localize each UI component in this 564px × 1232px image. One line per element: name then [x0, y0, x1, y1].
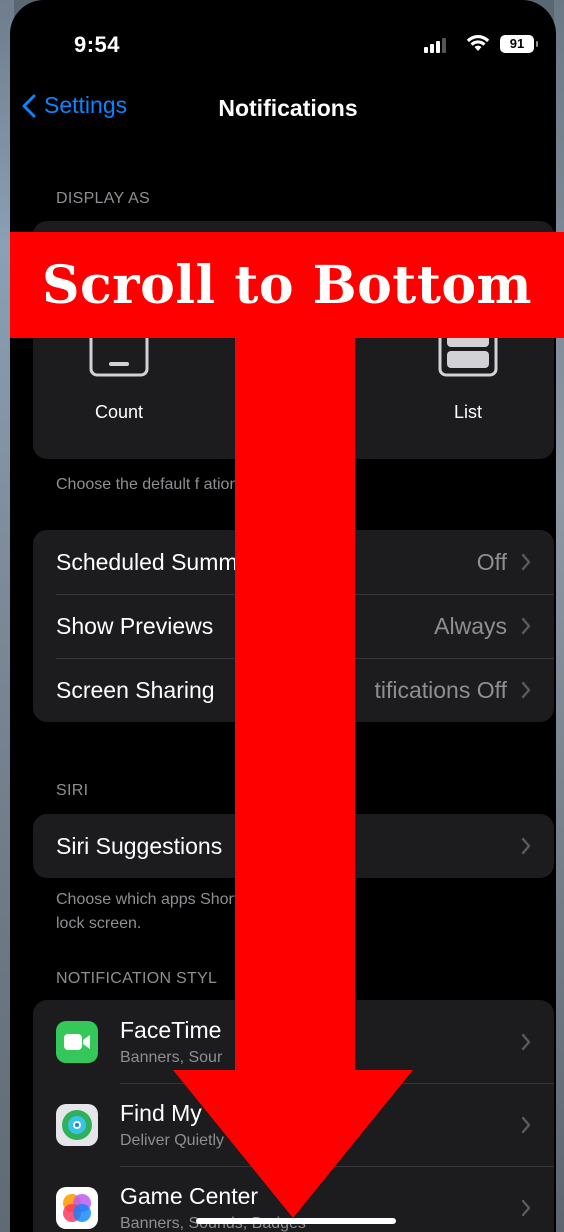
banner-text: Scroll to Bottom	[41, 254, 533, 316]
scroll-instruction-banner: Scroll to Bottom	[10, 232, 564, 338]
scroll-down-arrow-icon	[173, 330, 413, 1218]
